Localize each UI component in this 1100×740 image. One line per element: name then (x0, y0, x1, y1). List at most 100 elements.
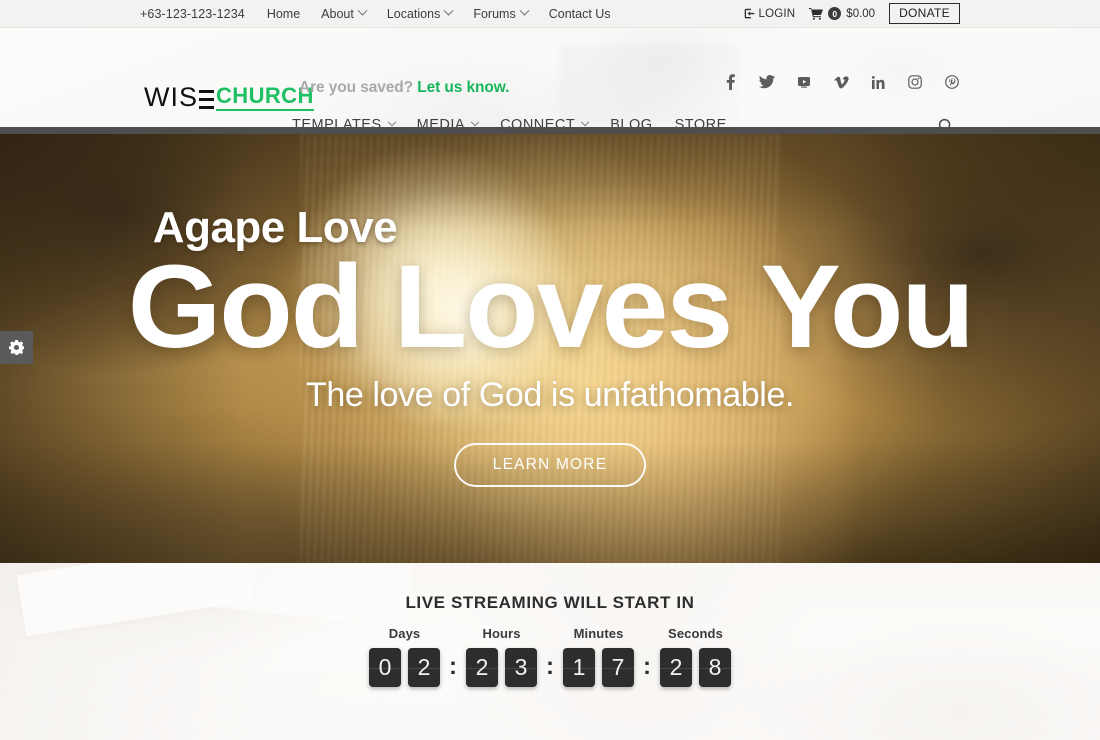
primary-nav: TEMPLATES MEDIA CONNECT BLOG STORE (292, 117, 727, 127)
topbar-left-group: +63-123-123-1234 Home About Locations Fo (140, 5, 611, 21)
hero-subtitle: The love of God is unfathomable. (305, 376, 795, 414)
countdown-content: LIVE STREAMING WILL START IN Days 0 2 : … (0, 563, 1100, 687)
countdown-digit-tile: 1 (563, 648, 595, 687)
countdown-digit-tile: 7 (602, 648, 634, 687)
primary-nav-label: TEMPLATES (292, 117, 382, 127)
countdown-unit-label: Minutes (573, 626, 624, 641)
cart-link[interactable]: 0 $0.00 (809, 7, 875, 20)
secondary-nav-label: Home (266, 6, 301, 21)
countdown-tiles: 0 2 (369, 648, 440, 687)
countdown-separator: : (643, 653, 651, 680)
hero-banner: Agape Love God Loves You The love of God… (0, 127, 1100, 563)
cart-count-badge: 0 (828, 7, 842, 20)
vimeo-icon[interactable] (833, 73, 849, 91)
countdown-unit-label: Seconds (668, 626, 723, 641)
chevron-down-icon (387, 117, 396, 127)
countdown-digit-tile: 2 (408, 648, 440, 687)
primary-nav-item-media[interactable]: MEDIA (416, 117, 480, 127)
countdown-tiles: 2 8 (660, 648, 731, 687)
countdown-clock: Days 0 2 : Hours 2 3 : Minutes 1 7: Sec… (0, 626, 1100, 687)
countdown-digit: 3 (514, 654, 528, 680)
countdown-unit-minutes: Minutes 1 7 (563, 626, 634, 687)
header-content: WIS CHURCH Are you saved? Let us know. T… (0, 28, 1100, 127)
secondary-nav-item-home[interactable]: Home (267, 7, 300, 21)
countdown-tiles: 2 3 (466, 648, 537, 687)
header-tagline: Are you saved? Let us know. (299, 79, 509, 97)
shopping-cart-icon (809, 7, 824, 20)
login-label: LOGIN (758, 7, 796, 20)
youtube-icon[interactable] (796, 73, 812, 91)
facebook-icon[interactable] (722, 73, 738, 91)
secondary-nav-item-about[interactable]: About (321, 5, 368, 21)
countdown-section: LIVE STREAMING WILL START IN Days 0 2 : … (0, 563, 1100, 740)
site-logo[interactable]: WIS CHURCH (144, 84, 314, 111)
countdown-unit-days: Days 0 2 (369, 626, 440, 687)
tagline-muted-text: Are you saved? (299, 79, 418, 96)
primary-nav-label: BLOG (610, 117, 653, 127)
primary-nav-item-templates[interactable]: TEMPLATES (292, 117, 396, 127)
primary-nav-item-store[interactable]: STORE (675, 117, 727, 127)
countdown-digit-tile: 8 (699, 648, 731, 687)
countdown-digit: 8 (708, 654, 722, 680)
primary-nav-item-blog[interactable]: BLOG (610, 117, 652, 127)
secondary-nav-item-forums[interactable]: Forums (473, 5, 530, 21)
countdown-separator: : (449, 653, 457, 680)
logo-e-bars-icon (199, 90, 214, 109)
hero-content: Agape Love God Loves You The love of God… (0, 134, 1100, 563)
secondary-nav-item-locations[interactable]: Locations (386, 5, 454, 21)
chevron-down-icon (581, 117, 590, 127)
top-utility-bar: +63-123-123-1234 Home About Locations Fo (0, 0, 1100, 28)
countdown-separator: : (546, 653, 554, 680)
countdown-digit: 2 (417, 654, 431, 680)
countdown-unit-label: Hours (482, 626, 521, 641)
countdown-digit: 2 (669, 654, 683, 680)
primary-nav-item-connect[interactable]: CONNECT (500, 117, 590, 127)
secondary-nav: Home About Locations Forums Contact Us (267, 5, 611, 21)
site-header: WIS CHURCH Are you saved? Let us know. T… (0, 28, 1100, 127)
secondary-nav-label: Locations (386, 6, 441, 21)
login-link[interactable]: LOGIN (744, 8, 796, 20)
countdown-digit: 0 (378, 654, 392, 680)
twitter-icon[interactable] (759, 73, 775, 91)
settings-tab-button[interactable] (0, 331, 33, 364)
secondary-nav-label: Contact Us (548, 6, 611, 21)
donate-button[interactable]: DONATE (889, 3, 960, 24)
chevron-down-icon (470, 117, 480, 127)
social-links (722, 73, 960, 91)
learn-more-button[interactable]: LEARN MORE (453, 443, 647, 487)
secondary-nav-label: About (321, 6, 354, 21)
countdown-digit: 1 (572, 654, 586, 680)
countdown-title: LIVE STREAMING WILL START IN (405, 593, 695, 612)
countdown-digit-tile: 3 (505, 648, 537, 687)
countdown-digit: 7 (611, 654, 625, 680)
sign-in-icon (744, 8, 754, 19)
secondary-nav-item-contact-us[interactable]: Contact Us (549, 7, 611, 21)
primary-nav-label: CONNECT (500, 117, 576, 127)
topbar-right-group: LOGIN 0 $0.00 DONATE (744, 3, 960, 24)
tagline-accent-link[interactable]: Let us know. (417, 79, 509, 96)
primary-nav-label: MEDIA (416, 117, 466, 127)
page-root: +63-123-123-1234 Home About Locations Fo (0, 0, 1100, 740)
countdown-digit-tile: 0 (369, 648, 401, 687)
countdown-unit-seconds: Seconds 2 8 (660, 626, 731, 687)
gear-icon (9, 340, 24, 355)
countdown-digit-tile: 2 (466, 648, 498, 687)
logo-word-wise: WIS (144, 82, 198, 112)
search-icon[interactable] (938, 118, 954, 127)
countdown-digit: 2 (475, 654, 489, 680)
chevron-down-icon (519, 5, 530, 16)
countdown-unit-label: Days (388, 626, 421, 641)
primary-nav-label: STORE (674, 117, 727, 127)
countdown-digit-tile: 2 (660, 648, 692, 687)
chevron-down-icon (357, 5, 368, 16)
phone-number: +63-123-123-1234 (140, 6, 245, 21)
countdown-tiles: 1 7 (563, 648, 634, 687)
countdown-unit-hours: Hours 2 3 (466, 626, 537, 687)
linkedin-icon[interactable] (870, 73, 886, 91)
cart-total: $0.00 (846, 7, 876, 20)
pinterest-icon[interactable] (944, 73, 960, 91)
instagram-icon[interactable] (907, 73, 923, 91)
chevron-down-icon (443, 5, 454, 16)
hero-title: God Loves You (127, 241, 974, 373)
secondary-nav-label: Forums (473, 6, 516, 21)
